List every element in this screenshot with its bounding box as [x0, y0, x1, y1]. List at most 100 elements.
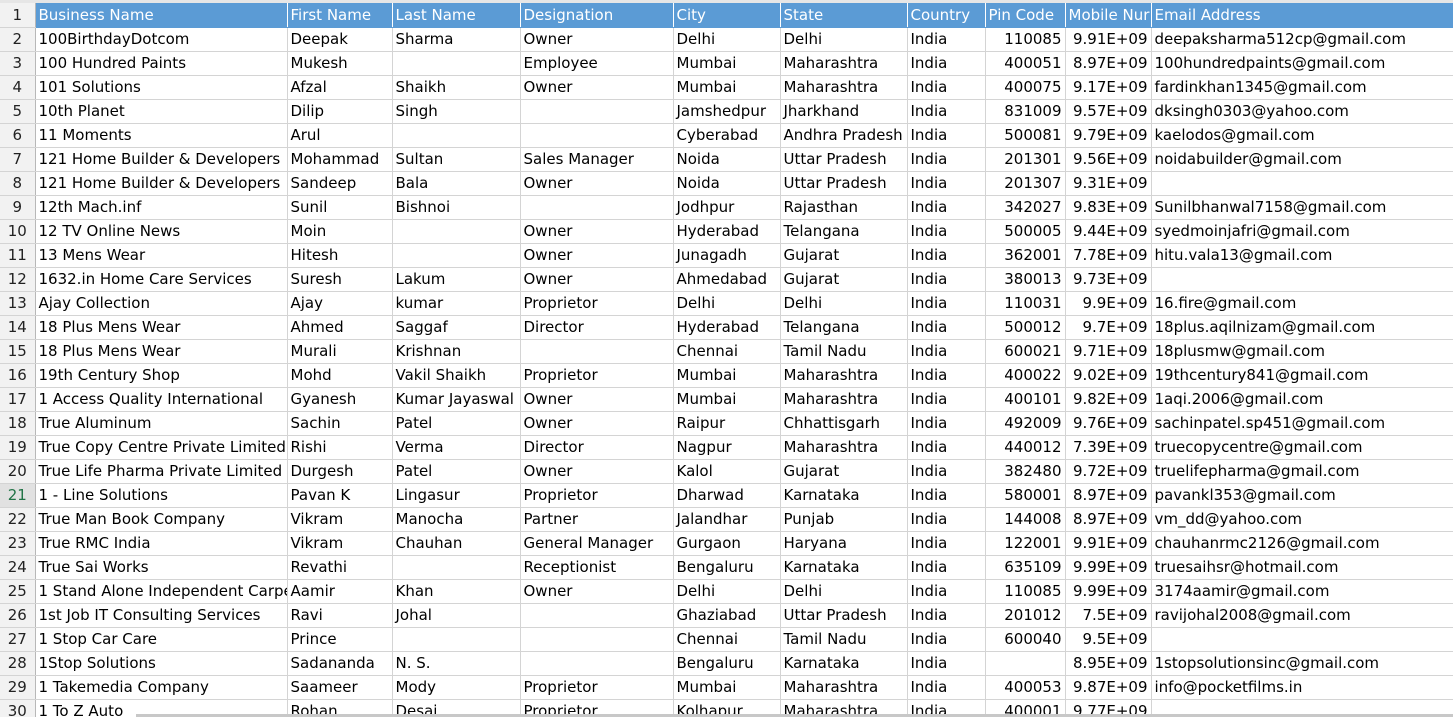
cell-pin-code[interactable]: 144008	[985, 507, 1066, 532]
cell-first-name[interactable]: Dilip	[287, 99, 393, 124]
cell-pin-code[interactable]: 600040	[985, 627, 1066, 652]
cell-country[interactable]: India	[907, 51, 986, 76]
cell-mobile-number[interactable]: 9.71E+09	[1065, 339, 1152, 364]
cell-business-name[interactable]: 101 Solutions	[35, 75, 288, 100]
cell-mobile-number[interactable]: 9.56E+09	[1065, 147, 1152, 172]
cell-email-address[interactable]: 100hundredpaints@gmail.com	[1151, 51, 1453, 76]
cell-designation[interactable]	[520, 195, 674, 220]
cell-pin-code[interactable]: 362001	[985, 243, 1066, 268]
cell-city[interactable]: Jamshedpur	[673, 99, 781, 124]
cell-country[interactable]: India	[907, 147, 986, 172]
cell-city[interactable]: Junagadh	[673, 243, 781, 268]
cell-mobile-number[interactable]: 9.7E+09	[1065, 315, 1152, 340]
cell-country[interactable]: India	[907, 291, 986, 316]
cell-mobile-number[interactable]: 9.91E+09	[1065, 531, 1152, 556]
cell-business-name[interactable]: True Copy Centre Private Limited	[35, 435, 288, 460]
cell-country[interactable]: India	[907, 411, 986, 436]
cell-state[interactable]: Karnataka	[780, 483, 908, 508]
cell-pin-code[interactable]: 400051	[985, 51, 1066, 76]
cell-last-name[interactable]: Patel	[392, 411, 521, 436]
cell-pin-code[interactable]: 110085	[985, 27, 1066, 52]
cell-country[interactable]: India	[907, 243, 986, 268]
cell-country[interactable]: India	[907, 171, 986, 196]
cell-last-name[interactable]: N. S.	[392, 651, 521, 676]
cell-designation[interactable]: Employee	[520, 51, 674, 76]
cell-designation[interactable]: Director	[520, 315, 674, 340]
cell-mobile-number[interactable]: 9.9E+09	[1065, 291, 1152, 316]
cell-mobile-number[interactable]: 9.72E+09	[1065, 459, 1152, 484]
cell-mobile-number[interactable]: 9.44E+09	[1065, 219, 1152, 244]
cell-city[interactable]: Mumbai	[673, 75, 781, 100]
cell-last-name[interactable]: Mody	[392, 675, 521, 700]
cell-pin-code[interactable]: 201307	[985, 171, 1066, 196]
cell-first-name[interactable]: Revathi	[287, 555, 393, 580]
cell-last-name[interactable]: Khan	[392, 579, 521, 604]
cell-state[interactable]: Delhi	[780, 291, 908, 316]
cell-email-address[interactable]: sachinpatel.sp451@gmail.com	[1151, 411, 1453, 436]
cell-business-name[interactable]: 1 Stand Alone Independent Carper	[35, 579, 288, 604]
cell-last-name[interactable]	[392, 219, 521, 244]
cell-state[interactable]: Karnataka	[780, 651, 908, 676]
cell-state[interactable]: Uttar Pradesh	[780, 171, 908, 196]
cell-city[interactable]: Raipur	[673, 411, 781, 436]
cell-country[interactable]: India	[907, 459, 986, 484]
cell-city[interactable]: Jalandhar	[673, 507, 781, 532]
row-number[interactable]: 27	[0, 627, 36, 652]
cell-business-name[interactable]: 18 Plus Mens Wear	[35, 315, 288, 340]
cell-designation[interactable]: Sales Manager	[520, 147, 674, 172]
cell-mobile-number[interactable]: 9.31E+09	[1065, 171, 1152, 196]
cell-city[interactable]: Ahmedabad	[673, 267, 781, 292]
cell-designation[interactable]: Owner	[520, 267, 674, 292]
row-number[interactable]: 16	[0, 363, 36, 388]
cell-designation[interactable]	[520, 651, 674, 676]
cell-first-name[interactable]: Sachin	[287, 411, 393, 436]
cell-mobile-number[interactable]: 9.82E+09	[1065, 387, 1152, 412]
cell-state[interactable]: Maharashtra	[780, 387, 908, 412]
cell-last-name[interactable]: Manocha	[392, 507, 521, 532]
cell-city[interactable]: Cyberabad	[673, 123, 781, 148]
cell-designation[interactable]: Proprietor	[520, 291, 674, 316]
cell-first-name[interactable]: Suresh	[287, 267, 393, 292]
cell-city[interactable]: Hyderabad	[673, 315, 781, 340]
cell-business-name[interactable]: 12 TV Online News	[35, 219, 288, 244]
cell-state[interactable]: Tamil Nadu	[780, 339, 908, 364]
row-number[interactable]: 28	[0, 651, 36, 676]
cell-first-name[interactable]: Ajay	[287, 291, 393, 316]
cell-business-name[interactable]: 121 Home Builder & Developers	[35, 147, 288, 172]
cell-state[interactable]: Punjab	[780, 507, 908, 532]
cell-city[interactable]: Nagpur	[673, 435, 781, 460]
cell-designation[interactable]: Owner	[520, 411, 674, 436]
cell-pin-code[interactable]: 580001	[985, 483, 1066, 508]
cell-designation[interactable]: Receptionist	[520, 555, 674, 580]
row-number[interactable]: 12	[0, 267, 36, 292]
cell-state[interactable]: Karnataka	[780, 555, 908, 580]
cell-first-name[interactable]: Prince	[287, 627, 393, 652]
cell-email-address[interactable]: info@pocketfilms.in	[1151, 675, 1453, 700]
cell-state[interactable]: Uttar Pradesh	[780, 147, 908, 172]
cell-last-name[interactable]: Bala	[392, 171, 521, 196]
header-mobile-number[interactable]: Mobile Nur	[1065, 3, 1152, 28]
cell-pin-code[interactable]: 122001	[985, 531, 1066, 556]
cell-designation[interactable]: Proprietor	[520, 363, 674, 388]
cell-email-address[interactable]: truesaihsr@hotmail.com	[1151, 555, 1453, 580]
cell-last-name[interactable]: Patel	[392, 459, 521, 484]
cell-designation[interactable]: Owner	[520, 459, 674, 484]
cell-last-name[interactable]: Sharma	[392, 27, 521, 52]
cell-last-name[interactable]	[392, 243, 521, 268]
row-number[interactable]: 22	[0, 507, 36, 532]
cell-first-name[interactable]: Vikram	[287, 507, 393, 532]
cell-email-address[interactable]: truecopycentre@gmail.com	[1151, 435, 1453, 460]
row-number[interactable]: 30	[0, 699, 36, 717]
cell-first-name[interactable]: Sunil	[287, 195, 393, 220]
cell-pin-code[interactable]: 500005	[985, 219, 1066, 244]
cell-last-name[interactable]	[392, 123, 521, 148]
cell-city[interactable]: Mumbai	[673, 363, 781, 388]
cell-mobile-number[interactable]: 8.95E+09	[1065, 651, 1152, 676]
cell-email-address[interactable]: ravijohal2008@gmail.com	[1151, 603, 1453, 628]
cell-pin-code[interactable]: 400075	[985, 75, 1066, 100]
row-number[interactable]: 4	[0, 75, 36, 100]
cell-last-name[interactable]: Lingasur	[392, 483, 521, 508]
cell-mobile-number[interactable]: 7.39E+09	[1065, 435, 1152, 460]
cell-email-address[interactable]: hitu.vala13@gmail.com	[1151, 243, 1453, 268]
cell-business-name[interactable]: 1 Access Quality International	[35, 387, 288, 412]
